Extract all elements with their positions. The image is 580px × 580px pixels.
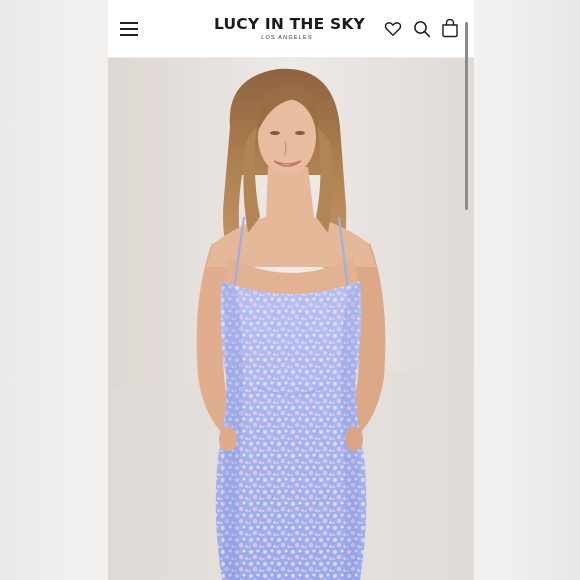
site-header: LUCY IN THE SKY LOS ANGELES: [108, 0, 474, 58]
brand-location: LOS ANGELES: [261, 35, 313, 41]
search-icon[interactable]: [413, 20, 431, 38]
brand-logo[interactable]: LUCY IN THE SKY LOS ANGELES: [214, 14, 365, 42]
product-image[interactable]: [108, 57, 474, 580]
mobile-page: LUCY IN THE SKY LOS ANGELES: [108, 0, 474, 580]
scrollbar-thumb[interactable]: [465, 22, 468, 210]
brand-name: LUCY IN THE SKY: [214, 15, 365, 33]
shopping-bag-icon[interactable]: [441, 18, 459, 38]
heart-icon[interactable]: [384, 20, 402, 38]
hamburger-menu-icon[interactable]: [120, 22, 138, 36]
